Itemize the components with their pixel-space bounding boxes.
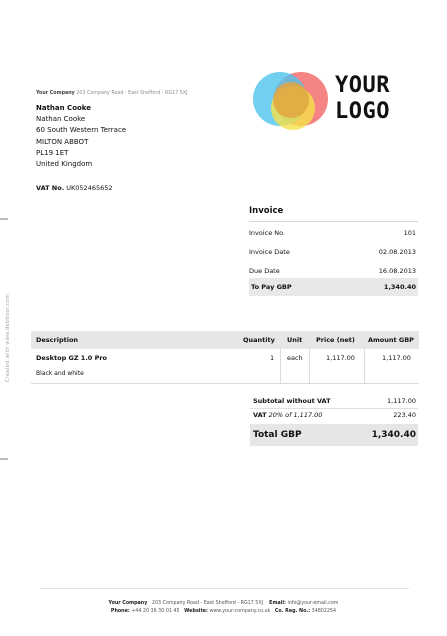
sender-address: 203 Company Road - East Shefford - RG17 … (76, 91, 188, 96)
table-row: Desktop GZ 1.0 Pro Black and white 1 eac… (31, 349, 419, 384)
vat-number: VAT No. UK052465652 (36, 184, 113, 192)
recipient-address: Nathan Cooke Nathan Cooke 60 South Weste… (36, 103, 126, 170)
logo-text-line2: LOGO (335, 99, 390, 124)
vat-row: VAT 20% of 1,117.00 223.40 (250, 407, 418, 422)
side-credit: Created with www.debitoor.com (1, 268, 15, 408)
recipient-name: Nathan Cooke (36, 104, 92, 112)
footer-phone-label: Phone: (110, 609, 130, 614)
footer-website-label: Website: (184, 609, 208, 614)
col-unit: Unit (287, 336, 303, 344)
grand-total-label: Total GBP (253, 430, 302, 440)
vat-row-label: VAT (253, 411, 267, 419)
col-price: Price (net) (316, 336, 355, 344)
footer-website[interactable]: www.your-company.co.uk (209, 609, 270, 614)
invoice-date-row: Invoice Date 02.08.2013 (249, 243, 418, 261)
invoice-title: Invoice (249, 206, 284, 216)
fold-mark-top (0, 218, 8, 220)
col-description: Description (36, 336, 79, 344)
recipient-line: PL19 1ET (36, 148, 69, 157)
subtotal-label: Subtotal without VAT (253, 397, 331, 405)
subtotal-value: 1,117.00 (387, 397, 416, 405)
to-pay-row: To Pay GBP 1,340.40 (249, 278, 418, 296)
vat-row-detail: 20% of 1,117.00 (268, 411, 323, 419)
item-subtitle: Black and white (36, 370, 84, 377)
col-quantity: Quantity (243, 336, 275, 344)
grand-total-row: Total GBP 1,340.40 (250, 424, 418, 446)
to-pay-value: 1,340.40 (383, 283, 416, 291)
table-header: Description Quantity Unit Price (net) Am… (31, 331, 419, 349)
recipient-line: United Kingdom (36, 160, 93, 169)
recipient-line: MILTON ABBOT (36, 137, 89, 146)
footer-line-2: Phone: +44 20 36 30 01 45 Website: www.y… (0, 609, 447, 614)
vat-row-amount: 223.40 (393, 411, 416, 419)
item-description: Desktop GZ 1.0 Pro (36, 354, 108, 362)
company-logo: YOUR LOGO (253, 66, 413, 136)
footer-email-label: Email: (269, 601, 286, 606)
logo-circles-icon (253, 72, 328, 130)
due-date-label: Due Date (249, 267, 280, 275)
column-divider (309, 349, 310, 383)
recipient-line: Nathan Cooke (36, 115, 86, 124)
column-divider (280, 349, 281, 383)
item-unit: each (287, 354, 303, 362)
col-amount: Amount GBP (368, 336, 414, 344)
column-divider (364, 349, 365, 383)
invoice-number-label: Invoice No. (249, 229, 286, 237)
footer-divider (40, 588, 409, 589)
sender-line: Your Company 203 Company Road - East She… (36, 91, 187, 96)
item-price: 1,117.00 (326, 354, 355, 362)
vat-value: UK052465652 (66, 184, 113, 192)
invoice-number-row: Invoice No. 101 (249, 224, 418, 242)
to-pay-label: To Pay GBP (251, 283, 292, 291)
invoice-date-label: Invoice Date (249, 248, 290, 256)
item-quantity: 1 (270, 354, 275, 362)
fold-mark-bottom (0, 458, 8, 460)
grand-total-value: 1,340.40 (371, 430, 416, 440)
side-credit-text: Created with www.debitoor.com (5, 293, 11, 383)
footer-company-address: 203 Company Road - East Shefford - RG17 … (151, 601, 264, 606)
due-date-value: 16.08.2013 (378, 267, 416, 275)
footer-reg: 34802254 (311, 609, 337, 614)
footer-email[interactable]: info@your-email.com (287, 601, 338, 606)
sender-company: Your Company (36, 91, 75, 96)
invoice-date-value: 02.08.2013 (378, 248, 416, 256)
vat-row-text: VAT 20% of 1,117.00 (253, 411, 322, 419)
footer-reg-label: Co. Reg. No.: (274, 609, 311, 614)
recipient-line: 60 South Western Terrace (36, 126, 127, 135)
footer-phone: +44 20 36 30 01 45 (131, 609, 180, 614)
vat-label: VAT No. (36, 184, 65, 192)
item-amount: 1,117.00 (382, 354, 411, 362)
invoice-number-value: 101 (403, 229, 416, 237)
footer-company-label: Your Company (108, 601, 148, 606)
footer-line-1: Your Company 203 Company Road - East She… (0, 601, 447, 606)
logo-text: YOUR LOGO (335, 73, 390, 125)
divider (249, 221, 418, 222)
logo-text-line1: YOUR (335, 73, 390, 98)
